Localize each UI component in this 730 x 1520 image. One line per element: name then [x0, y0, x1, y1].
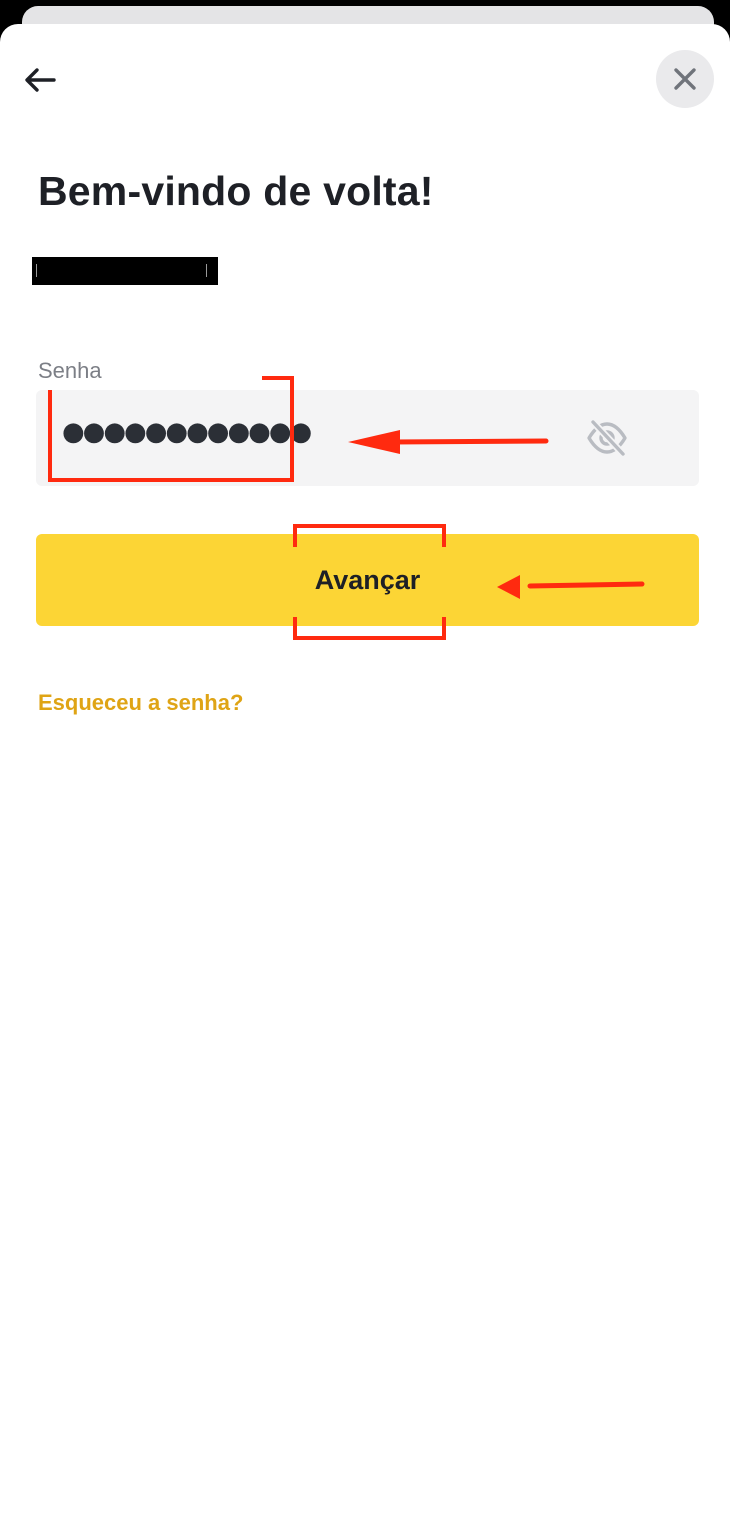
eye-off-icon	[587, 418, 627, 458]
redacted-account-id	[32, 257, 218, 285]
submit-button-label: Avançar	[314, 564, 421, 595]
close-icon	[674, 68, 696, 90]
password-label: Senha	[38, 358, 102, 383]
page-title: Bem-vindo de volta!	[38, 168, 434, 214]
password-input[interactable]: ●●●●●●●●●●●●	[36, 390, 699, 486]
password-visibility-toggle[interactable]	[581, 416, 633, 460]
arrow-left-icon	[25, 68, 56, 92]
password-value: ●●●●●●●●●●●●	[62, 417, 312, 447]
close-button[interactable]	[656, 50, 714, 108]
back-button[interactable]	[18, 60, 62, 100]
login-sheet: Bem-vindo de volta! Senha ●●●●●●●●●●●● A…	[0, 24, 730, 1520]
forgot-password-link[interactable]: Esqueceu a senha?	[38, 690, 243, 716]
submit-button[interactable]: Avançar	[36, 534, 699, 626]
